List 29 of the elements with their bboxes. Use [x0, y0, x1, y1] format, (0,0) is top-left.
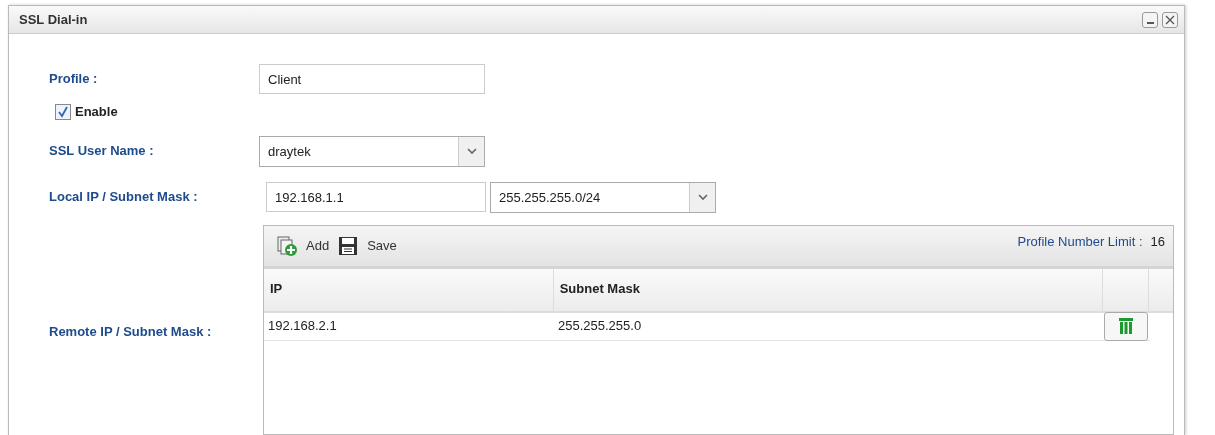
minimize-icon [1146, 21, 1154, 24]
table-cell-text: 255.255.255.0 [557, 317, 643, 336]
trash-icon [1118, 317, 1134, 335]
minimize-button[interactable] [1142, 11, 1158, 28]
ssl-user-label: SSL User Name : [49, 142, 155, 161]
mask-select[interactable]: 255.255.255.0/24 [490, 181, 716, 213]
delete-button[interactable] [1104, 311, 1148, 341]
limit-label: Profile Number Limit : [1017, 232, 1143, 251]
limit-value: 16 [1150, 232, 1165, 251]
local-ip-label: Local IP / Subnet Mask : [49, 188, 199, 207]
user-select[interactable]: draytek [259, 135, 485, 167]
table-cell-text: 192.168.2.1 [267, 317, 338, 336]
add-icon [276, 234, 298, 257]
ip-field[interactable]: 192.168.1.1 [266, 182, 486, 212]
remote-ip-label: Remote IP / Subnet Mask : [49, 322, 213, 341]
close-icon [1165, 14, 1175, 25]
add-button[interactable]: Add [272, 234, 334, 257]
caret-icon [466, 147, 477, 155]
window-title: SSL Dial-in [19, 10, 88, 29]
caret-icon [697, 193, 708, 201]
profile-label: Profile : [49, 70, 99, 89]
column-header: IP [264, 268, 554, 311]
enable-checkbox[interactable] [55, 103, 71, 120]
column-header: Subnet Mask [553, 268, 1104, 311]
save-button[interactable]: Save [333, 234, 401, 257]
close-button[interactable] [1162, 11, 1178, 28]
save-icon [337, 234, 360, 257]
profile-field[interactable]: Client [259, 64, 485, 94]
enable-label: Enable [75, 103, 118, 121]
